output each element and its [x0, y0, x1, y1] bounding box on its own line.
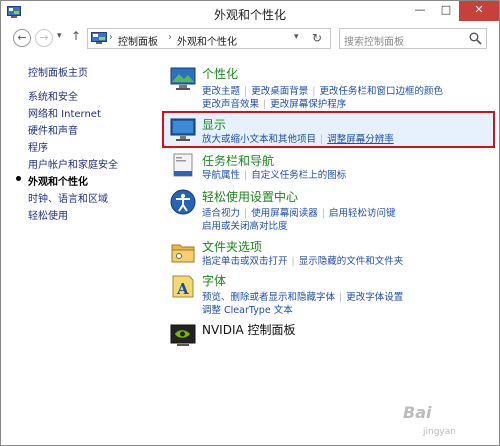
link-change-screensaver[interactable]: 更改屏幕保护程序 — [270, 99, 346, 110]
address-bar[interactable]: › 控制面板 › 外观和个性化 ▾ ↻ — [87, 28, 331, 49]
category-title[interactable]: 字体 — [202, 272, 226, 289]
category-display: 显示 放大或缩小文本和其他项目 | 调整屏幕分辨率 — [169, 116, 489, 146]
sidebar-item-home[interactable]: 控制面板主页 — [28, 64, 88, 79]
link-change-sounds[interactable]: 更改声音效果 — [202, 99, 259, 110]
link-navigation-properties[interactable]: 导航属性 — [202, 170, 240, 181]
sidebar-item-hardware-sound[interactable]: 硬件和声音 — [28, 122, 78, 137]
navigation-bar: ← → ▾ ↑ › 控制面板 › 外观和个性化 ▾ ↻ 搜索控制面板 — [1, 25, 499, 55]
forward-button[interactable]: → — [35, 29, 53, 47]
link-show-hidden-files[interactable]: 显示隐藏的文件和文件夹 — [299, 256, 404, 267]
sidebar-item-user-accounts[interactable]: 用户帐户和家庭安全 — [28, 156, 118, 171]
search-placeholder: 搜索控制面板 — [344, 37, 404, 48]
breadcrumb-control-panel[interactable]: 控制面板 — [118, 33, 158, 48]
link-separator: | — [321, 208, 325, 219]
control-panel-icon — [91, 32, 107, 44]
category-links: 更改主题 | 更改桌面背景 | 更改任务栏和窗口边框的颜色 — [202, 83, 443, 97]
link-separator: | — [244, 170, 248, 181]
category-links: 指定单击或双击打开 | 显示隐藏的文件和文件夹 — [202, 253, 403, 267]
up-button[interactable]: ↑ — [71, 29, 81, 43]
link-separator: | — [320, 134, 324, 145]
breadcrumb-separator: › — [168, 32, 172, 43]
watermark-subtext: jingyan — [423, 427, 456, 437]
address-dropdown[interactable]: ▾ — [294, 32, 299, 42]
folder-options-icon[interactable] — [169, 238, 197, 266]
control-panel-window: 外观和个性化 — □ ✕ ← → ▾ ↑ › 控制面板 › 外观和个性化 ▾ ↻… — [0, 0, 500, 446]
category-taskbar: 任务栏和导航 导航属性 | 自定义任务栏上的图标 — [169, 152, 489, 182]
category-links: 预览、删除或者显示和隐藏字体 | 更改字体设置 — [202, 289, 403, 303]
link-single-double-click[interactable]: 指定单击或双击打开 — [202, 256, 288, 267]
sidebar: 控制面板主页 系统和安全 网络和 Internet 硬件和声音 程序 用户帐户和… — [1, 55, 151, 445]
category-title[interactable]: 个性化 — [202, 65, 238, 82]
link-separator: | — [291, 256, 295, 267]
sidebar-item-ease-of-access[interactable]: 轻松使用 — [28, 207, 68, 222]
sidebar-item-appearance[interactable]: 外观和个性化 — [28, 173, 88, 188]
category-links: 调整 ClearType 文本 — [202, 302, 293, 316]
sidebar-item-network[interactable]: 网络和 Internet — [28, 105, 101, 120]
svg-text:A: A — [176, 280, 189, 298]
category-links: 放大或缩小文本和其他项目 | 调整屏幕分辨率 — [202, 131, 394, 145]
category-links: 导航属性 | 自定义任务栏上的图标 — [202, 167, 346, 181]
category-links: 适合视力 | 使用屏幕阅读器 | 启用轻松访问键 — [202, 205, 395, 219]
refresh-button[interactable]: ↻ — [312, 31, 322, 45]
link-adjust-resolution[interactable]: 调整屏幕分辨率 — [327, 134, 394, 145]
title-bar[interactable]: 外观和个性化 — □ ✕ — [1, 1, 499, 25]
link-separator: | — [263, 99, 267, 110]
category-nvidia: NVIDIA 控制面板 — [169, 321, 489, 351]
fonts-icon[interactable]: A — [169, 272, 197, 300]
search-input[interactable]: 搜索控制面板 — [339, 28, 487, 49]
category-fonts: A 字体 预览、删除或者显示和隐藏字体 | 更改字体设置 调整 ClearType … — [169, 272, 489, 316]
category-personalization: 个性化 更改主题 | 更改桌面背景 | 更改任务栏和窗口边框的颜色 更改声音效果 | 更改屏… — [169, 65, 489, 110]
category-title[interactable]: NVIDIA 控制面板 — [202, 321, 296, 338]
link-sticky-keys[interactable]: 启用轻松访问键 — [329, 208, 396, 219]
category-links: 启用或关闭高对比度 — [202, 218, 288, 232]
search-icon[interactable] — [469, 32, 482, 45]
link-change-font-settings[interactable]: 更改字体设置 — [346, 292, 403, 303]
category-ease-of-access: 轻松使用设置中心 适合视力 | 使用屏幕阅读器 | 启用轻松访问键 启用或关闭高对比度 — [169, 188, 489, 232]
sidebar-item-clock-language[interactable]: 时钟、语言和区域 — [28, 190, 108, 205]
maximize-button[interactable]: □ — [433, 1, 459, 21]
ease-of-access-icon[interactable] — [169, 188, 197, 216]
category-links: 更改声音效果 | 更改屏幕保护程序 — [202, 96, 346, 110]
personalization-icon[interactable] — [169, 65, 197, 93]
back-button[interactable]: ← — [13, 29, 31, 47]
link-zoom-text[interactable]: 放大或缩小文本和其他项目 — [202, 134, 316, 145]
current-item-bullet — [16, 176, 21, 181]
category-title[interactable]: 轻松使用设置中心 — [202, 188, 298, 205]
link-separator: | — [339, 292, 343, 303]
taskbar-icon[interactable] — [169, 152, 197, 180]
sidebar-item-programs[interactable]: 程序 — [28, 139, 48, 154]
nvidia-icon[interactable] — [169, 321, 197, 349]
link-high-contrast[interactable]: 启用或关闭高对比度 — [202, 221, 288, 232]
sidebar-item-system-security[interactable]: 系统和安全 — [28, 88, 78, 103]
minimize-button[interactable]: — — [407, 1, 433, 21]
recent-locations-dropdown[interactable]: ▾ — [57, 31, 62, 41]
link-customize-taskbar-icons[interactable]: 自定义任务栏上的图标 — [251, 170, 346, 181]
category-folder-options: 文件夹选项 指定单击或双击打开 | 显示隐藏的文件和文件夹 — [169, 238, 489, 268]
watermark-text: Bai — [403, 403, 432, 422]
close-button[interactable]: ✕ — [459, 1, 499, 21]
breadcrumb-appearance[interactable]: 外观和个性化 — [177, 33, 237, 48]
breadcrumb-separator: › — [109, 32, 113, 43]
display-icon[interactable] — [169, 116, 197, 144]
link-cleartype[interactable]: 调整 ClearType 文本 — [202, 305, 293, 316]
